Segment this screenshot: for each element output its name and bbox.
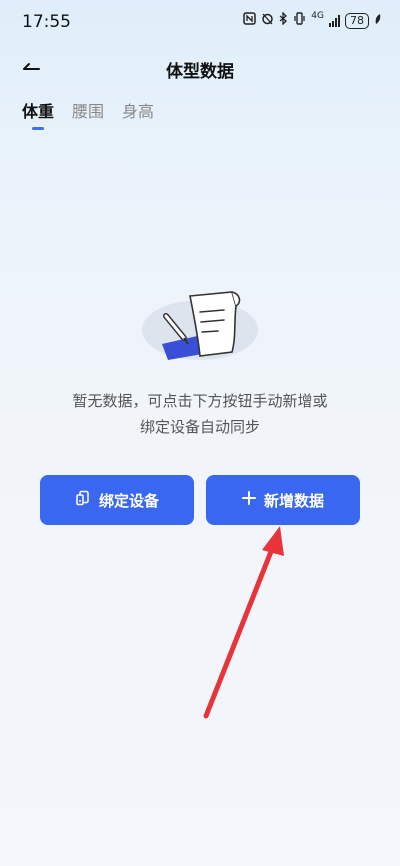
page-title: 体型数据	[166, 62, 234, 82]
tab-waist[interactable]: 腰围	[72, 98, 104, 130]
network-type: 4G	[311, 11, 324, 21]
tab-weight[interactable]: 体重	[22, 98, 54, 130]
vibrate-icon	[293, 12, 306, 29]
nfc-icon	[243, 12, 257, 29]
status-time: 17:55	[22, 12, 71, 32]
empty-state-message: 暂无数据，可点击下方按钮手动新增或 绑定设备自动同步	[0, 388, 400, 440]
status-bar: 17:55 4G 78	[0, 0, 400, 44]
charging-leaf-icon	[374, 13, 382, 29]
status-icons: 4G 78	[243, 11, 382, 29]
signal-icon	[329, 14, 340, 27]
add-data-label: 新增数据	[263, 491, 324, 510]
alarm-off-icon	[261, 12, 274, 29]
add-data-button[interactable]: 新增数据	[206, 475, 360, 525]
empty-line-2: 绑定设备自动同步	[139, 418, 260, 436]
device-icon	[75, 490, 91, 510]
top-bar: 体型数据	[0, 44, 400, 92]
bind-device-label: 绑定设备	[98, 491, 159, 510]
empty-illustration	[140, 286, 262, 366]
bluetooth-icon	[279, 11, 288, 29]
tab-height[interactable]: 身高	[122, 98, 154, 130]
empty-line-1: 暂无数据，可点击下方按钮手动新增或	[72, 392, 328, 410]
tab-bar: 体重 腰围 身高	[22, 98, 154, 130]
bind-device-button[interactable]: 绑定设备	[40, 475, 194, 525]
battery-level: 78	[345, 12, 369, 29]
plus-icon	[241, 491, 256, 509]
